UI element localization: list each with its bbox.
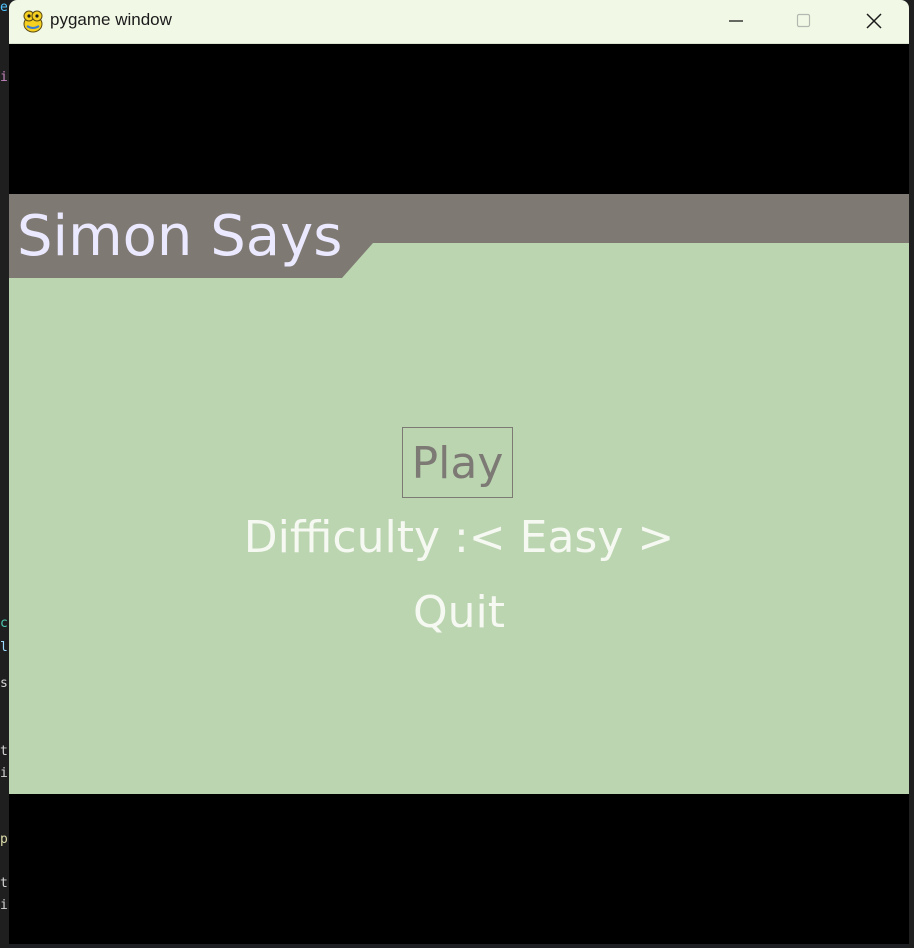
maximize-icon	[796, 13, 811, 28]
editor-fragment: i	[0, 70, 8, 85]
editor-fragment: t	[0, 744, 8, 759]
minimize-icon	[729, 20, 743, 22]
background-editor-strip-left: e i c l s t i p t i	[0, 0, 9, 948]
difficulty-selector[interactable]: Difficulty :< Easy >	[9, 512, 909, 563]
pygame-window: pygame window Simon Says Play Difficulty…	[9, 0, 909, 944]
editor-fragment: i	[0, 898, 8, 913]
window-title: pygame window	[50, 10, 172, 29]
editor-fragment: i	[0, 766, 8, 781]
game-title: Simon Says	[17, 204, 343, 269]
pygame-snake-icon	[23, 10, 43, 33]
close-button[interactable]	[850, 0, 896, 42]
editor-fragment: c	[0, 616, 8, 631]
window-titlebar[interactable]: pygame window	[9, 0, 909, 44]
game-surface: Simon Says Play Difficulty :< Easy > Qui…	[9, 44, 909, 944]
quit-button[interactable]: Quit	[9, 587, 909, 638]
minimize-button[interactable]	[712, 0, 758, 42]
editor-fragment: l	[0, 640, 8, 655]
editor-fragment: s	[0, 676, 8, 691]
play-label: Play	[411, 438, 504, 489]
close-icon	[866, 13, 882, 29]
editor-fragment: t	[0, 876, 8, 891]
editor-fragment: e	[0, 0, 8, 15]
play-button[interactable]: Play	[402, 427, 513, 498]
editor-fragment: p	[0, 832, 8, 847]
maximize-button[interactable]	[780, 0, 826, 42]
